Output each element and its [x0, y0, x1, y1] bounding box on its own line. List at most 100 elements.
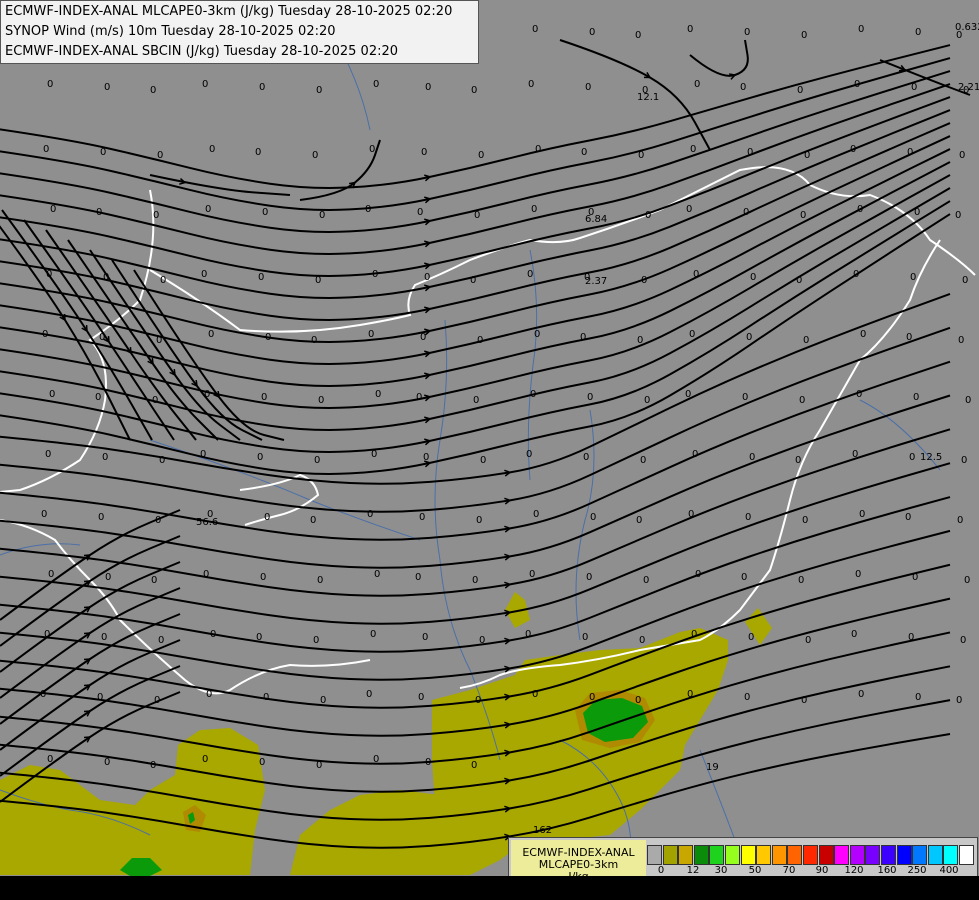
station-value: 0 — [150, 760, 156, 771]
station-value: 0 — [418, 692, 424, 703]
station-value: 0 — [45, 449, 51, 460]
station-value: 0 — [263, 692, 269, 703]
station-value: 0 — [960, 635, 966, 646]
title-line-cin: ECMWF-INDEX-ANAL SBCIN (J/kg) Tuesday 28… — [5, 44, 399, 59]
station-value: 0 — [638, 150, 644, 161]
station-value: 0 — [534, 329, 540, 340]
legend-swatch — [725, 845, 740, 865]
station-value: 0 — [635, 30, 641, 41]
station-value: 0 — [371, 449, 377, 460]
station-value: 0 — [370, 629, 376, 640]
station-value: 0 — [373, 754, 379, 765]
station-value: 0 — [209, 144, 215, 155]
title-box: ECMWF-INDEX-ANAL MLCAPE0-3km (J/kg) Tues… — [0, 0, 479, 64]
station-value: 0 — [47, 754, 53, 765]
station-value: 0 — [802, 515, 808, 526]
station-value: 0 — [851, 629, 857, 640]
station-value: 0 — [912, 572, 918, 583]
station-value: 0 — [961, 455, 967, 466]
station-value: 0 — [532, 24, 538, 35]
station-value: 0 — [689, 329, 695, 340]
station-value: 0 — [580, 332, 586, 343]
station-value: 0 — [312, 150, 318, 161]
station-value: 0 — [101, 632, 107, 643]
station-value: 0 — [258, 272, 264, 283]
station-value: 0 — [905, 512, 911, 523]
station-value: 0 — [97, 692, 103, 703]
station-value: 0 — [801, 695, 807, 706]
station-value: 0 — [422, 632, 428, 643]
station-value: 0 — [743, 207, 749, 218]
station-value: 0 — [208, 329, 214, 340]
legend-swatch — [693, 845, 709, 865]
station-value: 0 — [104, 757, 110, 768]
station-value: 0 — [156, 335, 162, 346]
station-value: 0 — [365, 204, 371, 215]
station-value: 0 — [373, 79, 379, 90]
station-value: 0 — [366, 689, 372, 700]
station-value: 0 — [530, 389, 536, 400]
station-value: 0 — [423, 452, 429, 463]
station-value: 0 — [425, 757, 431, 768]
station-value: 0 — [643, 575, 649, 586]
legend-swatch — [662, 845, 678, 865]
station-value: 0 — [957, 515, 963, 526]
station-value: 0 — [374, 569, 380, 580]
legend-swatch — [927, 845, 943, 865]
legend-swatch — [803, 845, 818, 865]
station-value: 0 — [695, 569, 701, 580]
legend-swatch — [678, 845, 694, 865]
station-value: 56.6 — [196, 517, 218, 528]
station-value: 0 — [860, 329, 866, 340]
station-value: 0 — [805, 635, 811, 646]
station-value: 0 — [585, 82, 591, 93]
station-value: 0 — [535, 144, 541, 155]
station-value: 0 — [319, 210, 325, 221]
station-value: 0 — [206, 689, 212, 700]
station-value: 0 — [200, 449, 206, 460]
station-value: 0 — [96, 207, 102, 218]
station-value: 0 — [262, 207, 268, 218]
title-line-cape: ECMWF-INDEX-ANAL MLCAPE0-3km (J/kg) Tues… — [5, 4, 453, 19]
station-value: 0 — [317, 575, 323, 586]
station-value: 0 — [748, 632, 754, 643]
station-value: 0 — [480, 455, 486, 466]
station-value: 0 — [474, 210, 480, 221]
bottom-bar — [0, 876, 979, 900]
station-value: 0 — [803, 335, 809, 346]
station-value: 0 — [581, 147, 587, 158]
legend-tick: 12 — [686, 865, 700, 876]
station-value: 0 — [155, 515, 161, 526]
legend-swatch — [771, 845, 787, 865]
station-value: 0 — [750, 272, 756, 283]
station-value: 0 — [583, 452, 589, 463]
station-value: 0 — [531, 204, 537, 215]
station-value: 0 — [529, 569, 535, 580]
station-value: 0 — [909, 452, 915, 463]
station-value: 0 — [257, 452, 263, 463]
legend-tick: 90 — [815, 865, 829, 876]
station-value: 0 — [104, 82, 110, 93]
station-value: 0 — [416, 392, 422, 403]
station-value: 0 — [856, 389, 862, 400]
station-value: 0 — [99, 332, 105, 343]
station-value: 19 — [706, 762, 719, 773]
station-value: 0 — [41, 509, 47, 520]
station-value: 0 — [852, 449, 858, 460]
station-value: 0 — [635, 695, 641, 706]
station-value: 0 — [100, 147, 106, 158]
station-value: 0 — [154, 695, 160, 706]
station-value: 2.37 — [585, 276, 607, 287]
station-value: 0 — [313, 635, 319, 646]
station-value: 0 — [690, 144, 696, 155]
station-value: 0 — [853, 269, 859, 280]
station-value: 0 — [855, 569, 861, 580]
station-value: 0 — [798, 575, 804, 586]
station-value: 0 — [255, 147, 261, 158]
station-value: 0 — [47, 79, 53, 90]
station-value: 0 — [804, 150, 810, 161]
station-value: 0 — [310, 515, 316, 526]
station-value: 0 — [105, 572, 111, 583]
station-value: 0 — [98, 512, 104, 523]
station-value: 0 — [526, 449, 532, 460]
